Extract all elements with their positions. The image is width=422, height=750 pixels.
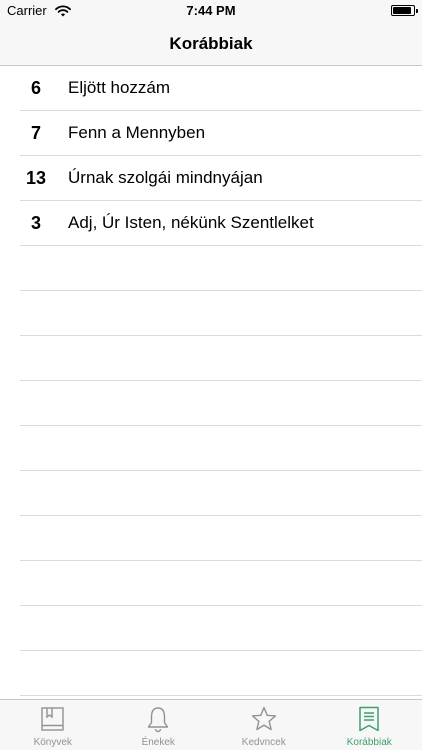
hymn-number: 13 [25,168,47,188]
history-row[interactable]: 7 Fenn a Mennyben [0,111,422,156]
hymn-number: 3 [30,213,41,233]
tab-konyvek[interactable]: Könyvek [0,700,106,750]
status-time: 7:44 PM [186,3,236,18]
empty-row [0,471,422,516]
hymn-title: Fenn a Mennyben [68,123,206,142]
navigation-bar: Korábbiak [0,22,422,66]
history-list: 6 Eljött hozzám 7 Fenn a Mennyben 13 Úrnak sz… [0,66,422,696]
empty-row [0,561,422,606]
tab-label: Kedvncek [241,737,286,748]
tab-bar: Könyvek Énekek Kedvncek Korábbiak [0,699,422,750]
hymn-number: 6 [30,78,41,98]
empty-row [0,336,422,381]
tab-label: Énekek [141,737,175,748]
history-row[interactable]: 3 Adj, Úr Isten, nékünk Szentlelket [0,201,422,246]
tab-korabbiak[interactable]: Korábbiak [317,700,422,750]
hymn-title: Úrnak szolgái mindnyájan [68,168,263,187]
empty-row [0,381,422,426]
page-title: Korábbiak [169,34,253,53]
empty-row [0,291,422,336]
hymn-number: 7 [30,123,41,143]
history-row[interactable]: 6 Eljött hozzám [0,66,422,111]
empty-row [0,651,422,696]
empty-row [0,426,422,471]
history-row[interactable]: 13 Úrnak szolgái mindnyájan [0,156,422,201]
empty-row [0,246,422,291]
empty-row [0,606,422,651]
tab-kedvncek[interactable]: Kedvncek [211,700,317,750]
hymn-title: Adj, Úr Isten, nékünk Szentlelket [68,213,314,232]
status-bar: Carrier 7:44 PM [0,0,422,22]
battery-icon [391,5,418,16]
tab-enekek[interactable]: Énekek [106,700,212,750]
tab-label: Korábbiak [346,737,392,748]
tab-label: Könyvek [33,737,72,748]
empty-row [0,516,422,561]
hymn-title: Eljött hozzám [68,78,171,97]
